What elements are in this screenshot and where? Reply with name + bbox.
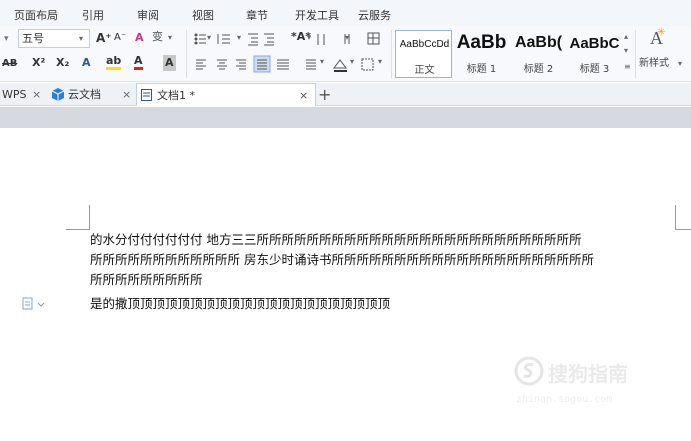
- more-styles-icon[interactable]: ≡: [624, 62, 631, 71]
- superscript-button[interactable]: X²: [32, 55, 45, 71]
- phonetic-guide-button[interactable]: 变: [152, 29, 163, 45]
- justify-button-active: [253, 55, 271, 73]
- ribbon: ▾ 五号 ▾ A⁺ A⁻ A 变 ▾ AB X² X₂ A ab A A ▾ ▾…: [0, 26, 691, 82]
- menu-tab-review[interactable]: 审阅: [137, 7, 159, 23]
- style-heading-1-label: 标题 1: [466, 64, 497, 75]
- close-icon[interactable]: ×: [299, 84, 308, 107]
- margin-marker: [675, 205, 676, 230]
- document-line[interactable]: 所所所所所所所所所: [90, 270, 203, 290]
- watermark-url: zhinan.sogou.com: [516, 394, 613, 405]
- font-color-button[interactable]: A: [134, 54, 143, 70]
- chevron-down-icon: ▾: [307, 33, 312, 42]
- menu-tab-developer[interactable]: 开发工具: [295, 7, 339, 23]
- cube-icon: [52, 88, 64, 101]
- document-line[interactable]: 的水分付付付付付付 地方三三所所所所所所所所所所所所所所所所所所所所所所所所所所: [90, 230, 581, 250]
- distributed-icon: [277, 59, 289, 70]
- ruler-strip: [0, 107, 691, 128]
- style-heading-2[interactable]: AaBb( 标题 2: [510, 30, 567, 78]
- sogou-logo-icon: [514, 356, 544, 386]
- font-name-dropdown-arrow-icon[interactable]: ▾: [4, 31, 9, 47]
- font-size-value: 五号: [22, 32, 44, 45]
- decrease-indent-icon: [248, 33, 258, 46]
- align-right-icon: [236, 59, 246, 70]
- style-gallery-scroll[interactable]: ▴ ▾ ≡: [624, 30, 632, 78]
- chevron-down-icon: ▾: [350, 57, 355, 66]
- chevron-down-icon: ▾: [207, 33, 212, 42]
- table-icon: [367, 32, 380, 45]
- new-style-button[interactable]: A ✳ 新样式 ▾: [638, 27, 688, 78]
- ribbon-separator: [391, 30, 392, 78]
- tab-cloud-docs[interactable]: 云文档 ×: [50, 83, 135, 106]
- bullet-list-icon: [194, 33, 206, 45]
- style-normal-sample: AaBbCcDd: [399, 39, 450, 50]
- chevron-down-icon: ▾: [345, 33, 350, 42]
- line-spacing-icon: [306, 59, 316, 70]
- new-style-label: 新样式: [639, 58, 669, 69]
- tab-document-1[interactable]: 文档1 * ×: [136, 83, 316, 106]
- tab-cloud-docs-label: 云文档: [68, 88, 101, 101]
- style-normal[interactable]: AaBbCcDd 正文: [395, 30, 452, 78]
- chevron-down-icon: ▾: [378, 57, 383, 66]
- style-heading-1[interactable]: AaBb 标题 1: [453, 30, 510, 78]
- menu-tab-references[interactable]: 引用: [82, 7, 104, 23]
- paragraph-layout-icon[interactable]: [22, 297, 46, 311]
- style-heading-1-sample: AaBb: [456, 32, 507, 53]
- menu-tab-page-layout[interactable]: 页面布局: [14, 7, 58, 23]
- menu-tab-view[interactable]: 视图: [192, 7, 214, 23]
- menu-tab-cloud-service[interactable]: 云服务: [358, 7, 391, 23]
- document-line[interactable]: 所所所所所所所所所所所所 房东少时诵诗书所所所所所所所所所所所所所所所所所所所所…: [90, 250, 594, 270]
- chevron-down-icon: ▾: [237, 33, 242, 42]
- style-heading-2-sample: AaBb(: [514, 34, 563, 51]
- margin-marker: [66, 229, 90, 230]
- chevron-down-icon: ▾: [678, 59, 683, 68]
- tab-wps[interactable]: WPS ×: [0, 83, 46, 106]
- new-tab-button[interactable]: +: [318, 83, 331, 106]
- style-normal-label: 正文: [414, 65, 435, 76]
- shrink-font-button[interactable]: A⁻: [114, 30, 126, 46]
- margin-marker: [89, 205, 90, 230]
- style-heading-3-sample: AaBbC: [569, 35, 620, 52]
- menu-tab-chapter[interactable]: 章节: [246, 7, 268, 23]
- border-icon: [361, 58, 374, 71]
- ribbon-separator: [186, 30, 187, 78]
- menu-bar: 页面布局 引用 审阅 视图 章节 开发工具 云服务: [0, 0, 691, 26]
- style-heading-3-label: 标题 3: [579, 64, 610, 75]
- style-heading-3[interactable]: AaBbC 标题 3: [566, 30, 623, 78]
- ribbon-separator: [635, 30, 636, 78]
- align-center-icon: [217, 59, 227, 70]
- shading-icon: [333, 59, 347, 72]
- document-line[interactable]: 是的撒顶顶顶顶顶顶顶顶顶顶顶顶顶顶顶顶顶顶顶顶顶: [90, 294, 390, 314]
- tab-wps-label: WPS: [2, 88, 27, 101]
- subscript-button[interactable]: X₂: [56, 55, 69, 71]
- tab-document-1-label: 文档1 *: [157, 89, 195, 102]
- grow-font-button[interactable]: A⁺: [96, 30, 112, 46]
- sparkle-icon: ✳: [657, 27, 666, 38]
- text-effect-button[interactable]: A: [82, 55, 91, 71]
- align-left-icon: [196, 59, 206, 70]
- close-icon[interactable]: ×: [32, 83, 41, 106]
- watermark-text: 搜狗指南: [548, 362, 628, 386]
- close-icon[interactable]: ×: [122, 83, 131, 106]
- clear-format-button[interactable]: A: [135, 30, 144, 46]
- highlight-button[interactable]: ab: [106, 55, 122, 70]
- font-size-select[interactable]: 五号 ▾: [18, 29, 90, 48]
- char-shading-button[interactable]: A: [163, 55, 176, 71]
- numbered-list-icon: [217, 34, 230, 44]
- chevron-down-icon[interactable]: ▾: [624, 46, 628, 55]
- chevron-down-icon: ▾: [79, 34, 84, 43]
- sort-icon: [317, 34, 325, 45]
- increase-indent-icon: [264, 33, 274, 46]
- style-heading-2-label: 标题 2: [523, 64, 554, 75]
- chevron-down-icon: ▾: [168, 33, 173, 42]
- document-tab-bar: WPS × 云文档 × 文档1 * × +: [0, 83, 691, 106]
- margin-marker: [675, 229, 691, 230]
- document-icon: [141, 89, 152, 101]
- watermark: 搜狗指南 zhinan.sogou.com: [512, 356, 682, 412]
- chevron-down-icon: ▾: [320, 57, 325, 66]
- strikethrough-button[interactable]: AB: [2, 56, 17, 72]
- chevron-up-icon[interactable]: ▴: [624, 32, 628, 41]
